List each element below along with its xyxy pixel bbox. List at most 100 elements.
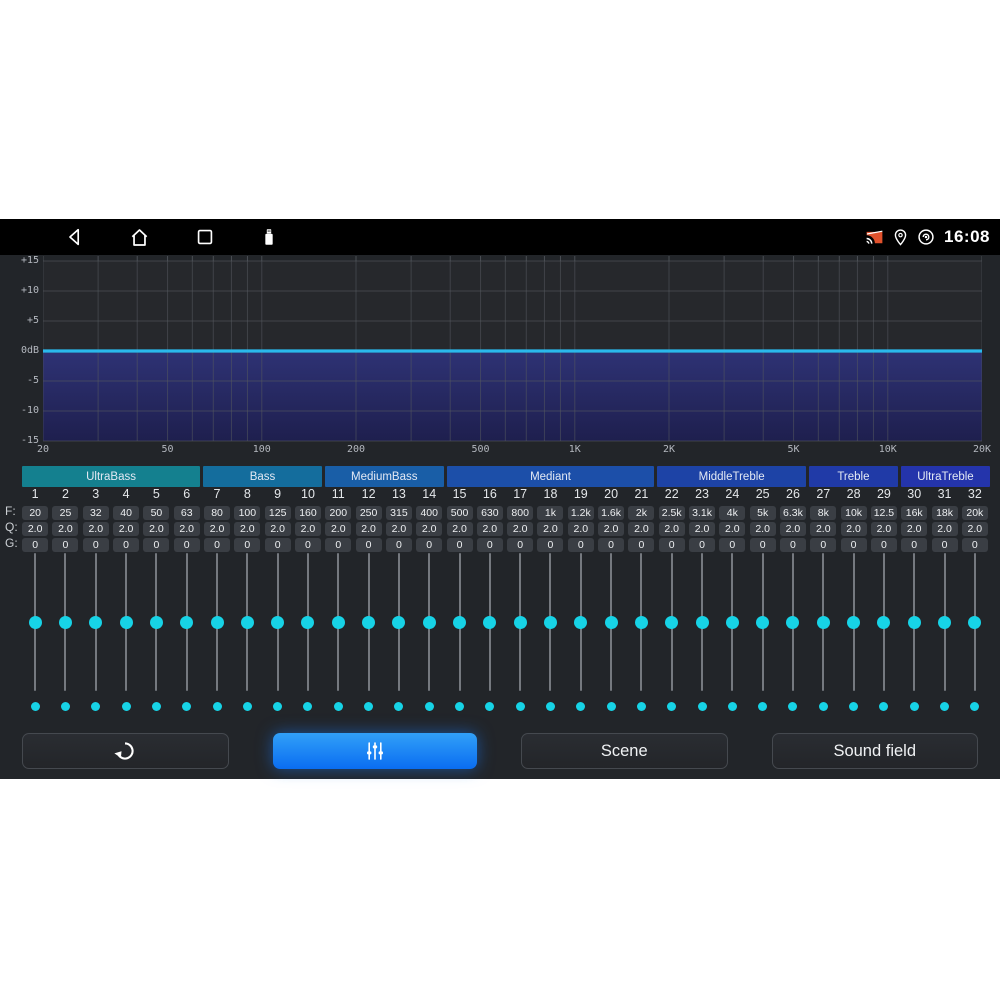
scene-button-label: Scene (601, 742, 648, 761)
usb-drive-icon[interactable] (258, 226, 280, 248)
gain-slider-15[interactable] (444, 553, 474, 691)
slider-knob[interactable] (332, 616, 345, 629)
gain-slider-21[interactable] (626, 553, 656, 691)
slider-knob[interactable] (726, 616, 739, 629)
slider-knob[interactable] (301, 616, 314, 629)
back-icon[interactable] (64, 226, 86, 248)
slider-knob[interactable] (908, 616, 921, 629)
band-label-text: Bass (250, 471, 276, 483)
slider-knob[interactable] (271, 616, 284, 629)
gain-slider-30[interactable] (899, 553, 929, 691)
channel-number: 5 (153, 487, 160, 502)
slider-knob[interactable] (211, 616, 224, 629)
slider-knob[interactable] (120, 616, 133, 629)
reset-button[interactable] (22, 733, 229, 769)
band-label-text: UltraBass (86, 471, 136, 483)
slider-knob[interactable] (89, 616, 102, 629)
scene-button[interactable]: Scene (521, 733, 728, 769)
channel-column-20: 201.6k2.00 (596, 487, 626, 552)
gain-value: 0 (356, 538, 382, 552)
q-value: 2.0 (628, 522, 654, 536)
gain-slider-29[interactable] (869, 553, 899, 691)
equalizer-button[interactable] (273, 733, 478, 769)
gain-value: 0 (932, 538, 958, 552)
gain-slider-14[interactable] (414, 553, 444, 691)
gain-slider-28[interactable] (838, 553, 868, 691)
gain-slider-3[interactable] (81, 553, 111, 691)
frequency-value: 25 (52, 506, 78, 520)
slider-knob[interactable] (786, 616, 799, 629)
gain-slider-32[interactable] (960, 553, 990, 691)
gain-value: 0 (598, 538, 624, 552)
slider-knob[interactable] (665, 616, 678, 629)
gain-slider-16[interactable] (475, 553, 505, 691)
slider-knob[interactable] (877, 616, 890, 629)
gain-value: 0 (780, 538, 806, 552)
slider-knob[interactable] (453, 616, 466, 629)
gain-slider-6[interactable] (172, 553, 202, 691)
slider-knob[interactable] (423, 616, 436, 629)
gain-slider-10[interactable] (293, 553, 323, 691)
gain-slider-9[interactable] (263, 553, 293, 691)
slider-knob[interactable] (483, 616, 496, 629)
channel-number: 18 (544, 487, 558, 502)
slider-knob[interactable] (938, 616, 951, 629)
gain-slider-31[interactable] (929, 553, 959, 691)
gain-slider-25[interactable] (748, 553, 778, 691)
gain-slider-4[interactable] (111, 553, 141, 691)
slider-knob[interactable] (968, 616, 981, 629)
gain-slider-11[interactable] (323, 553, 353, 691)
channel-column-19: 191.2k2.00 (566, 487, 596, 552)
recents-icon[interactable] (194, 226, 216, 248)
gain-slider-7[interactable] (202, 553, 232, 691)
channel-indicator-dot (667, 702, 676, 711)
channel-column-2: 2252.00 (50, 487, 80, 552)
home-icon[interactable] (128, 226, 150, 248)
slider-knob[interactable] (150, 616, 163, 629)
gain-slider-27[interactable] (808, 553, 838, 691)
sound-field-button[interactable]: Sound field (772, 733, 979, 769)
gain-slider-18[interactable] (535, 553, 565, 691)
clock: 16:08 (944, 227, 990, 247)
slider-knob[interactable] (544, 616, 557, 629)
channel-indicator-dot (243, 702, 252, 711)
gain-slider-26[interactable] (778, 553, 808, 691)
slider-knob[interactable] (574, 616, 587, 629)
slider-knob[interactable] (241, 616, 254, 629)
q-value: 2.0 (143, 522, 169, 536)
gain-slider-1[interactable] (20, 553, 50, 691)
slider-knob[interactable] (514, 616, 527, 629)
gain-slider-5[interactable] (141, 553, 171, 691)
gain-slider-19[interactable] (566, 553, 596, 691)
slider-knob[interactable] (59, 616, 72, 629)
gain-slider-22[interactable] (657, 553, 687, 691)
gain-slider-24[interactable] (717, 553, 747, 691)
slider-knob[interactable] (362, 616, 375, 629)
gain-slider-23[interactable] (687, 553, 717, 691)
slider-knob[interactable] (29, 616, 42, 629)
slider-knob[interactable] (756, 616, 769, 629)
y-tick-label: +10 (4, 285, 39, 297)
band-label-ultratreble: UltraTreble (901, 466, 990, 487)
gain-value: 0 (447, 538, 473, 552)
gain-slider-17[interactable] (505, 553, 535, 691)
gain-slider-20[interactable] (596, 553, 626, 691)
y-tick-label: +15 (4, 255, 39, 267)
slider-knob[interactable] (180, 616, 193, 629)
gain-slider-13[interactable] (384, 553, 414, 691)
gain-slider-8[interactable] (232, 553, 262, 691)
slider-knob[interactable] (635, 616, 648, 629)
slider-knob[interactable] (696, 616, 709, 629)
slider-knob[interactable] (605, 616, 618, 629)
channel-indicator-dot (576, 702, 585, 711)
gain-value: 0 (386, 538, 412, 552)
slider-knob[interactable] (392, 616, 405, 629)
x-tick-label: 100 (253, 444, 271, 455)
gain-slider-2[interactable] (50, 553, 80, 691)
slider-knob[interactable] (847, 616, 860, 629)
gain-slider-12[interactable] (353, 553, 383, 691)
q-value: 2.0 (416, 522, 442, 536)
gain-value: 0 (83, 538, 109, 552)
q-value: 2.0 (265, 522, 291, 536)
slider-knob[interactable] (817, 616, 830, 629)
